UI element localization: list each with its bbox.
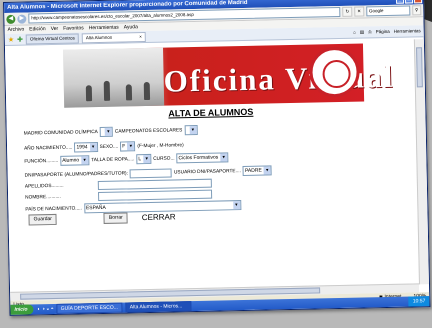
pais-label: PAÍS DE NACIMIENTO..... bbox=[25, 205, 83, 213]
menu-ver[interactable]: Ver bbox=[51, 26, 59, 32]
menu-archivo[interactable]: Archivo bbox=[8, 27, 25, 33]
usuario-value: PADRE bbox=[244, 167, 262, 174]
menu-ayuda[interactable]: Ayuda bbox=[124, 24, 138, 30]
usuario-label: USUARIO DNI/PASAPORTE.... bbox=[173, 168, 241, 175]
madrid-select[interactable]: ▾ bbox=[99, 126, 113, 137]
menu-herramientas[interactable]: Herramientas bbox=[89, 25, 119, 32]
ano-select[interactable]: 1994 ▾ bbox=[74, 142, 98, 153]
cerrar-link[interactable]: CERRAR bbox=[142, 212, 176, 222]
back-icon[interactable]: ◀ bbox=[6, 14, 16, 24]
dni-input[interactable] bbox=[129, 168, 173, 178]
stop-icon[interactable]: ✕ bbox=[354, 6, 365, 17]
dni-label: DNI/PASAPORTE (ALUMNO/PADRES/TUTOR): bbox=[24, 170, 128, 179]
scroll-thumb[interactable] bbox=[416, 47, 423, 88]
close-button[interactable]: × bbox=[413, 0, 423, 3]
tab-alta-alumnos[interactable]: Alta Alumnos × bbox=[81, 31, 146, 43]
sexo-select[interactable]: F ▾ bbox=[120, 141, 136, 152]
tab-label: Oficina Virtual Centros bbox=[29, 35, 75, 41]
add-favorite-icon[interactable]: ✚ bbox=[17, 35, 23, 43]
row-nacimiento: AÑO NACIMIENTO..... 1994 ▾ SEXO.... F ▾ (F… bbox=[24, 140, 184, 153]
row-dni: DNI/PASAPORTE (ALUMNO/PADRES/TUTOR): USU… bbox=[25, 165, 272, 180]
quicklaunch-icons[interactable]: ◐ ◑ ◒ ◓ bbox=[37, 306, 53, 312]
taskbar-item-guia[interactable]: GUÍA DEPORTE ESCO... bbox=[56, 302, 123, 314]
tab-label: Alta Alumnos bbox=[85, 34, 113, 40]
tab-close-icon[interactable]: × bbox=[139, 33, 142, 41]
athletes-photo bbox=[63, 47, 165, 108]
curso-select[interactable]: Ciclos Formativos ▾ bbox=[176, 152, 229, 164]
oficina-virtual-banner: Oficina Virtual bbox=[63, 43, 395, 108]
funcion-select[interactable]: Alumno ▾ bbox=[60, 155, 90, 166]
tools-menu[interactable]: Herramientas bbox=[394, 28, 421, 35]
curso-label: CURSO... bbox=[153, 155, 175, 162]
funcion-label: FUNCIÓN......... bbox=[24, 158, 59, 165]
campeonatos-select[interactable]: ▾ bbox=[184, 124, 198, 136]
search-icon[interactable]: ⚲ bbox=[411, 5, 422, 16]
page-content: Oficina Virtual ALTA DE ALUMNOS MADRID C… bbox=[4, 39, 420, 293]
system-tray: 10:57 bbox=[408, 296, 430, 307]
nombre-label: NOMBRE........... bbox=[25, 194, 61, 201]
sexo-label: SEXO.... bbox=[99, 144, 119, 150]
usuario-select[interactable]: PADRE ▾ bbox=[242, 165, 272, 177]
feeds-icon[interactable]: ▤ bbox=[360, 29, 364, 35]
menu-edicion[interactable]: Edición bbox=[29, 26, 46, 32]
pais-value: ESPAÑA bbox=[85, 204, 106, 212]
talla-select[interactable]: L ▾ bbox=[136, 153, 152, 165]
apellidos-label: APELLIDOS......... bbox=[24, 183, 64, 190]
menu-favoritos[interactable]: Favoritos bbox=[63, 25, 84, 31]
athlete-figure bbox=[125, 84, 133, 101]
row-funcion: FUNCIÓN......... Alumno ▾ TALLA DE ROPA..… bbox=[24, 152, 229, 166]
forward-icon[interactable]: ▶ bbox=[17, 14, 27, 24]
sexo-hint: (F-Mujer , M-Hombre) bbox=[137, 142, 184, 149]
guardar-button[interactable]: Guardar bbox=[28, 213, 58, 226]
borrar-button[interactable]: Borrar bbox=[103, 212, 128, 224]
home-icon[interactable]: ⌂ bbox=[353, 29, 356, 35]
command-bar: ⌂ ▤ ⎙ Página Herramientas bbox=[353, 28, 421, 35]
taskbar-item-alta-alumnos[interactable]: Alta Alumnos - Micros... bbox=[125, 301, 192, 313]
clock: 10:57 bbox=[412, 298, 426, 305]
start-button[interactable]: Inicio bbox=[10, 304, 34, 315]
athlete-figure bbox=[85, 85, 93, 102]
ano-label: AÑO NACIMIENTO..... bbox=[24, 145, 73, 152]
apellidos-input[interactable] bbox=[97, 178, 212, 191]
curso-value: Ciclos Formativos bbox=[178, 154, 219, 162]
maximize-button[interactable]: □ bbox=[404, 0, 414, 4]
browser-window: Alta Alumnos - Microsoft Internet Explor… bbox=[3, 0, 431, 316]
minimize-button[interactable]: _ bbox=[395, 0, 405, 4]
refresh-icon[interactable]: ↻ bbox=[342, 6, 353, 17]
athlete-figure bbox=[143, 81, 151, 101]
madrid-label: MADRID COMUNIDAD OLÍMPICA bbox=[23, 129, 98, 137]
tab-oficina-virtual[interactable]: Oficina Virtual Centros bbox=[25, 32, 79, 45]
favorites-star-icon[interactable]: ★ bbox=[8, 35, 14, 43]
talla-value: L bbox=[138, 156, 142, 163]
banner-logo-text: Oficina Virtual bbox=[163, 58, 395, 99]
search-input[interactable]: Google bbox=[365, 5, 411, 17]
sexo-value: F bbox=[122, 143, 126, 150]
campeonatos-label: CAMPEONATOS ESCOLARES bbox=[114, 127, 183, 135]
funcion-value: Alumno bbox=[62, 157, 80, 164]
athlete-figure bbox=[103, 80, 111, 101]
nombre-input[interactable] bbox=[97, 189, 212, 202]
talla-label: TALLA DE ROPA..... bbox=[91, 156, 135, 163]
page-menu[interactable]: Página bbox=[376, 28, 390, 34]
print-icon[interactable]: ⎙ bbox=[368, 29, 372, 35]
ano-value: 1994 bbox=[76, 144, 88, 151]
row-buttons: Guardar Borrar CERRAR bbox=[28, 211, 176, 226]
row-campeonatos: MADRID COMUNIDAD OLÍMPICA ▾ CAMPEONATOS … bbox=[23, 124, 198, 139]
